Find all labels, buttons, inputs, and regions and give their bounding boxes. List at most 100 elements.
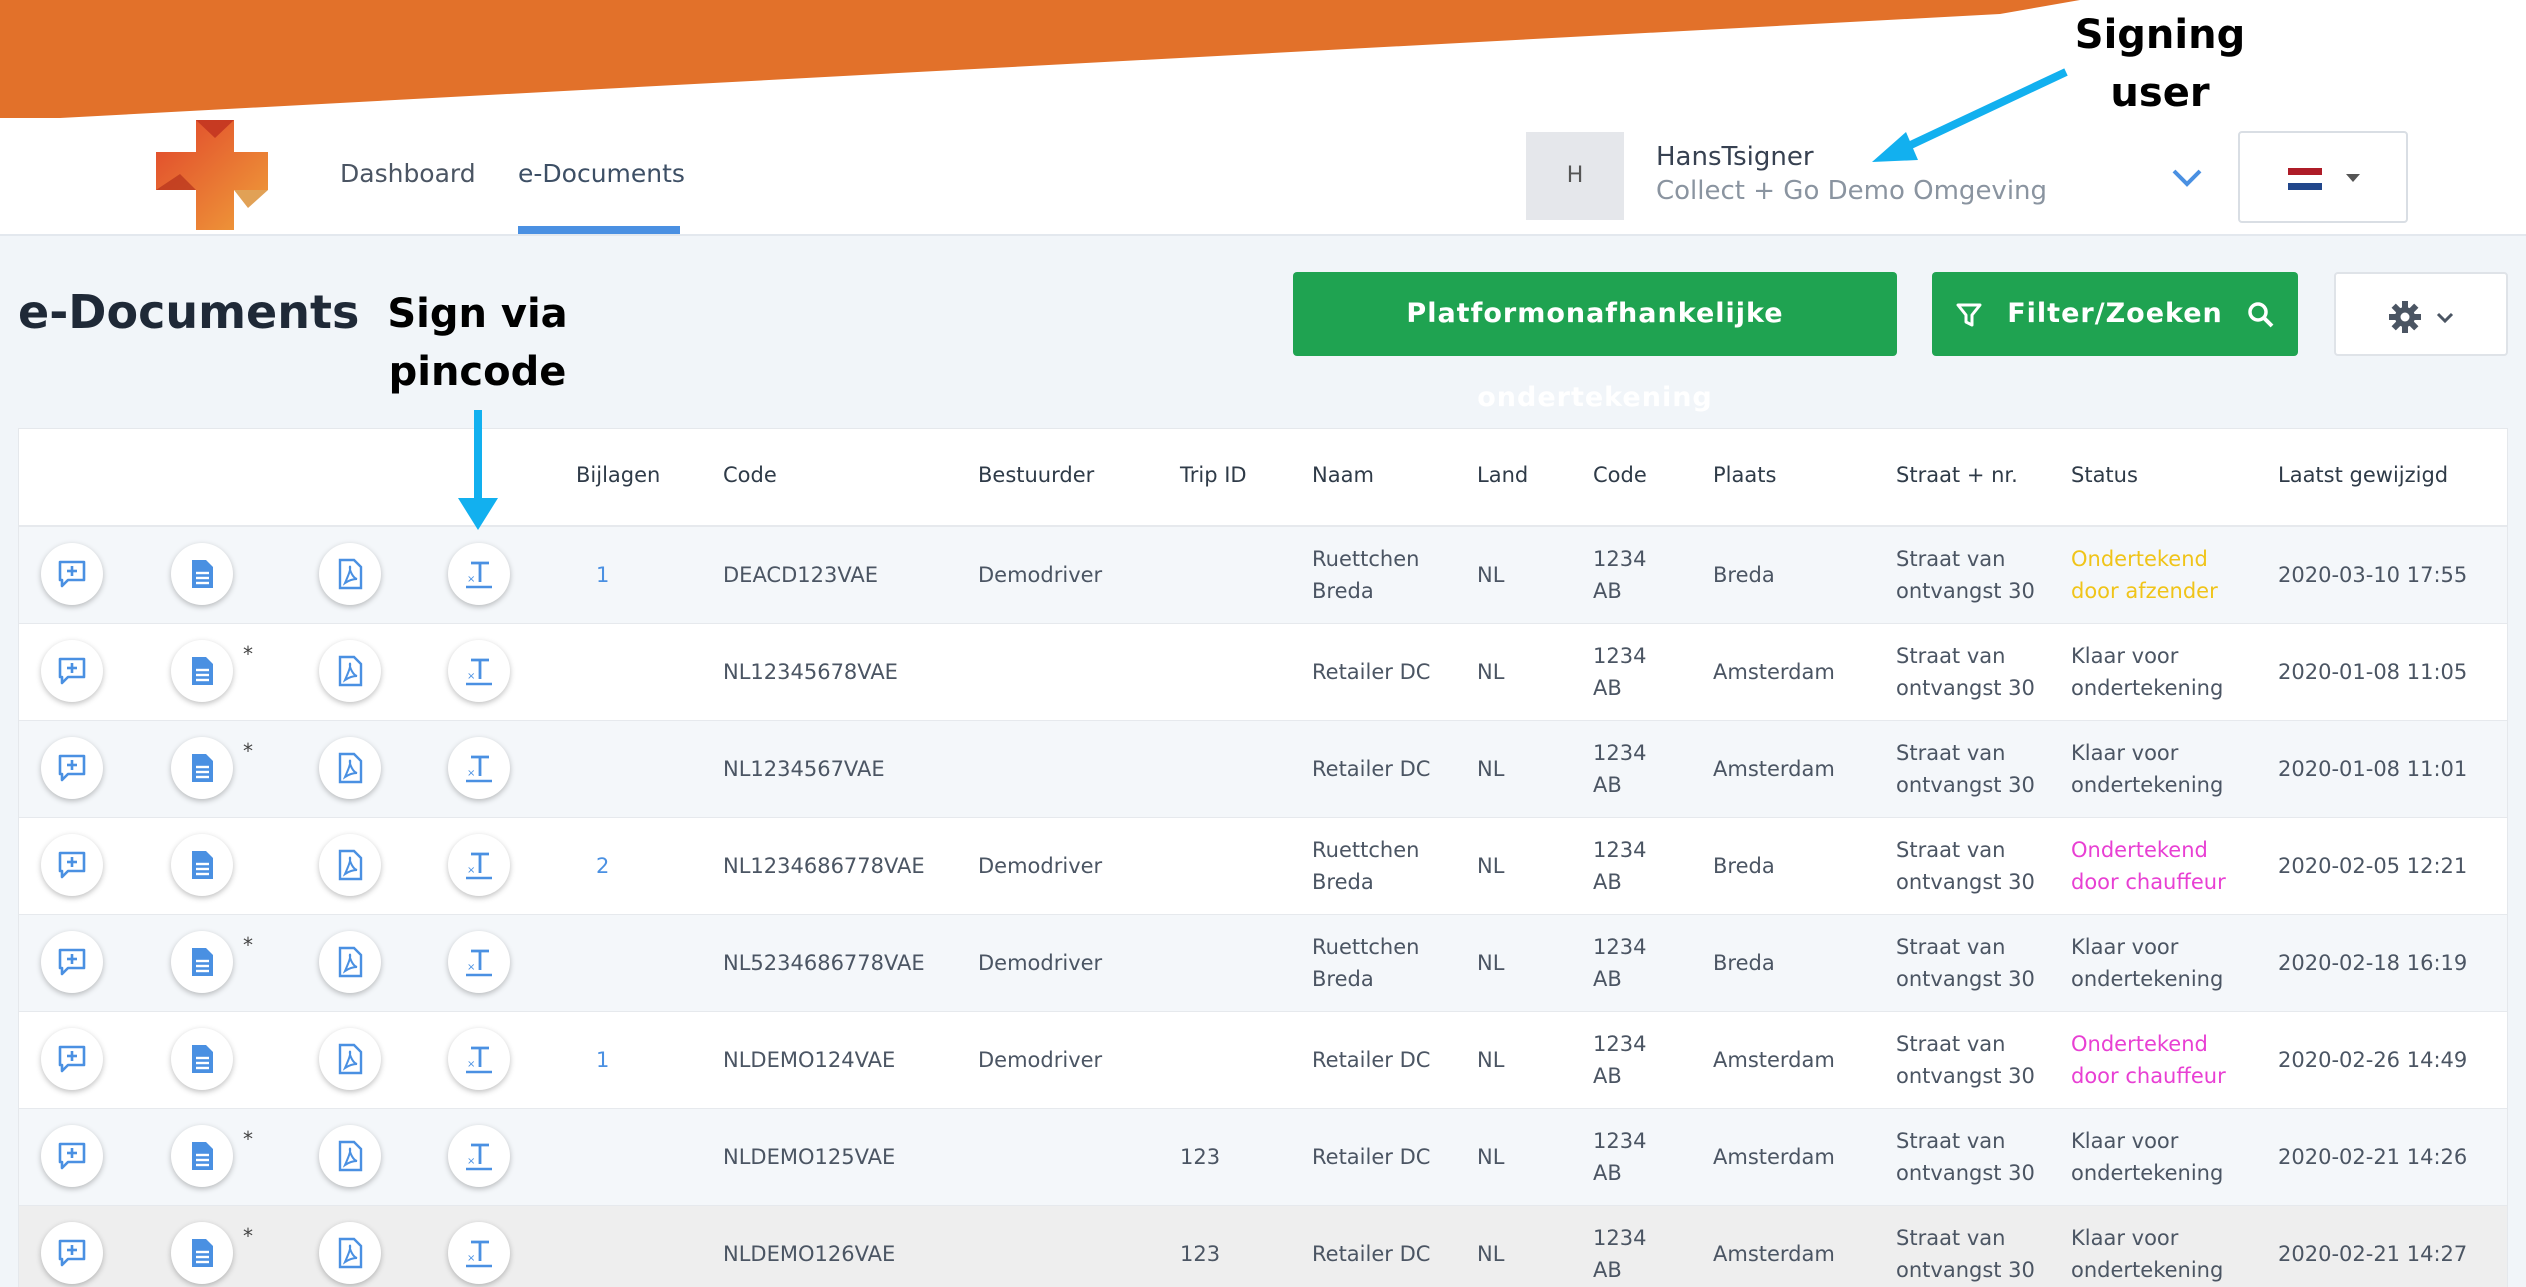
column-header[interactable]: Status xyxy=(2071,463,2138,487)
document-icon[interactable] xyxy=(171,931,233,993)
sign-pincode-icon[interactable]: × xyxy=(448,1222,510,1284)
column-header[interactable]: Bijlagen xyxy=(576,463,660,487)
straat-line: ontvangst 30 xyxy=(1896,1064,2035,1088)
driver: Demodriver xyxy=(978,951,1103,975)
postcode-line: AB xyxy=(1593,579,1622,603)
naam-line: Ruettchen xyxy=(1312,838,1420,862)
postcode-line: 1234 xyxy=(1593,741,1647,765)
document-icon[interactable] xyxy=(171,1028,233,1090)
table-row[interactable]: × 1 NLDEMO124VAE Demodriver Retailer DC NL 123… xyxy=(19,1012,2507,1109)
language-select[interactable] xyxy=(2238,131,2408,223)
column-header[interactable]: Trip ID xyxy=(1180,463,1247,487)
document-icon[interactable] xyxy=(171,737,233,799)
table-row[interactable]: * × NLDEMO126VAE 123 Retailer DC NL 1234 AB Amst… xyxy=(19,1206,2507,1287)
postcode: 1234 AB xyxy=(1593,834,1646,898)
last-modified: 2020-01-08 11:05 xyxy=(2278,660,2468,684)
sign-pincode-icon[interactable]: × xyxy=(448,931,510,993)
column-header[interactable]: Land xyxy=(1477,463,1528,487)
last-modified: 2020-03-10 17:55 xyxy=(2278,563,2468,587)
document-icon[interactable] xyxy=(171,834,233,896)
straat-line: ontvangst 30 xyxy=(1896,967,2035,991)
nav-dashboard[interactable]: Dashboard xyxy=(340,118,476,234)
street: Straat van ontvangst 30 xyxy=(1896,1028,2035,1092)
add-comment-icon[interactable] xyxy=(41,543,103,605)
settings-button[interactable] xyxy=(2334,272,2508,356)
add-comment-icon[interactable] xyxy=(41,931,103,993)
name: Ruettchen Breda xyxy=(1312,834,1419,898)
add-comment-icon[interactable] xyxy=(41,737,103,799)
postcode-line: AB xyxy=(1593,870,1622,894)
status: Klaar voor ondertekening xyxy=(2071,640,2223,704)
last-modified: 2020-01-08 11:01 xyxy=(2278,757,2468,781)
sign-pincode-icon[interactable]: × xyxy=(448,1125,510,1187)
document-icon[interactable] xyxy=(171,543,233,605)
postcode-line: AB xyxy=(1593,1161,1622,1185)
city: Amsterdam xyxy=(1713,1048,1835,1072)
document-icon[interactable] xyxy=(171,640,233,702)
sign-pincode-icon[interactable]: × xyxy=(448,834,510,896)
pdf-icon[interactable] xyxy=(319,1028,381,1090)
pdf-icon[interactable] xyxy=(319,737,381,799)
attachments-count[interactable]: 2 xyxy=(596,850,609,882)
user-organisation[interactable]: Collect + Go Demo Omgeving xyxy=(1656,176,2047,206)
add-comment-icon[interactable] xyxy=(41,1028,103,1090)
postcode-line: 1234 xyxy=(1593,644,1647,668)
status-line: door afzender xyxy=(2071,579,2218,603)
table-row[interactable]: × 1 DEACD123VAE Demodriver Ruettchen Breda NL 1… xyxy=(19,527,2507,624)
nav-edocuments[interactable]: e-Documents xyxy=(518,118,685,234)
pdf-icon[interactable] xyxy=(319,834,381,896)
pdf-icon[interactable] xyxy=(319,640,381,702)
user-name[interactable]: HansTsigner xyxy=(1656,142,1814,172)
pdf-icon[interactable] xyxy=(319,1125,381,1187)
country: NL xyxy=(1477,854,1505,878)
document-icon[interactable] xyxy=(171,1125,233,1187)
column-header[interactable]: Laatst gewijzigd xyxy=(2278,463,2448,487)
attachments-count[interactable]: 1 xyxy=(596,1044,609,1076)
sign-pincode-icon[interactable]: × xyxy=(448,1028,510,1090)
platform-sign-button[interactable]: Platformonafhankelijke ondertekening xyxy=(1293,272,1897,413)
last-modified: 2020-02-26 14:49 xyxy=(2278,1048,2468,1072)
naam-line: Breda xyxy=(1312,870,1374,894)
avatar[interactable]: H xyxy=(1526,132,1624,220)
column-header[interactable]: Plaats xyxy=(1713,463,1776,487)
sign-pincode-icon[interactable]: × xyxy=(448,640,510,702)
naam-line: Ruettchen xyxy=(1312,935,1420,959)
edocuments-table: Bijlagen Code Bestuurder Trip ID Naam La… xyxy=(18,428,2508,1287)
add-comment-icon[interactable] xyxy=(41,640,103,702)
status: Klaar voor ondertekening xyxy=(2071,737,2223,801)
add-comment-icon[interactable] xyxy=(41,1222,103,1284)
naam-line: Breda xyxy=(1312,579,1374,603)
table-row[interactable]: * × NLDEMO125VAE 123 Retailer DC NL 1234 AB Amst… xyxy=(19,1109,2507,1206)
table-row[interactable]: × 2 NL1234686778VAE Demodriver Ruettchen Bred… xyxy=(19,818,2507,915)
status-line: door chauffeur xyxy=(2071,1064,2226,1088)
column-header[interactable]: Bestuurder xyxy=(978,463,1094,487)
annotation-text: Signing xyxy=(2074,12,2246,58)
table-row[interactable]: * × NL12345678VAE Retailer DC NL 1234 AB Amster… xyxy=(19,624,2507,721)
driver: Demodriver xyxy=(978,563,1103,587)
chevron-down-icon[interactable] xyxy=(2170,162,2204,192)
modified-marker: * xyxy=(243,642,253,666)
column-header[interactable]: Straat + nr. xyxy=(1896,463,2018,487)
city: Breda xyxy=(1713,951,1775,975)
logo-icon[interactable] xyxy=(150,118,278,234)
status-line: ondertekening xyxy=(2071,676,2224,700)
column-header[interactable]: Code xyxy=(723,463,777,487)
sign-pincode-icon[interactable]: × xyxy=(448,543,510,605)
table-row[interactable]: * × NL1234567VAE Retailer DC NL 1234 AB Amsterd… xyxy=(19,721,2507,818)
pdf-icon[interactable] xyxy=(319,931,381,993)
add-comment-icon[interactable] xyxy=(41,834,103,896)
annotation-text: Sign via xyxy=(387,291,568,337)
column-header[interactable]: Naam xyxy=(1312,463,1374,487)
attachments-count[interactable]: 1 xyxy=(596,559,609,591)
status-line: Ondertekend xyxy=(2071,547,2208,571)
table-row[interactable]: * × NL5234686778VAE Demodriver Ruettchen Bred… xyxy=(19,915,2507,1012)
column-header[interactable]: Code xyxy=(1593,463,1647,487)
sign-pincode-icon[interactable]: × xyxy=(448,737,510,799)
filter-search-button[interactable]: Filter/Zoeken xyxy=(1932,272,2298,356)
country: NL xyxy=(1477,757,1505,781)
pdf-icon[interactable] xyxy=(319,1222,381,1284)
pdf-icon[interactable] xyxy=(319,543,381,605)
annotation-signing-user: Signing user xyxy=(2060,6,2260,122)
document-icon[interactable] xyxy=(171,1222,233,1284)
add-comment-icon[interactable] xyxy=(41,1125,103,1187)
